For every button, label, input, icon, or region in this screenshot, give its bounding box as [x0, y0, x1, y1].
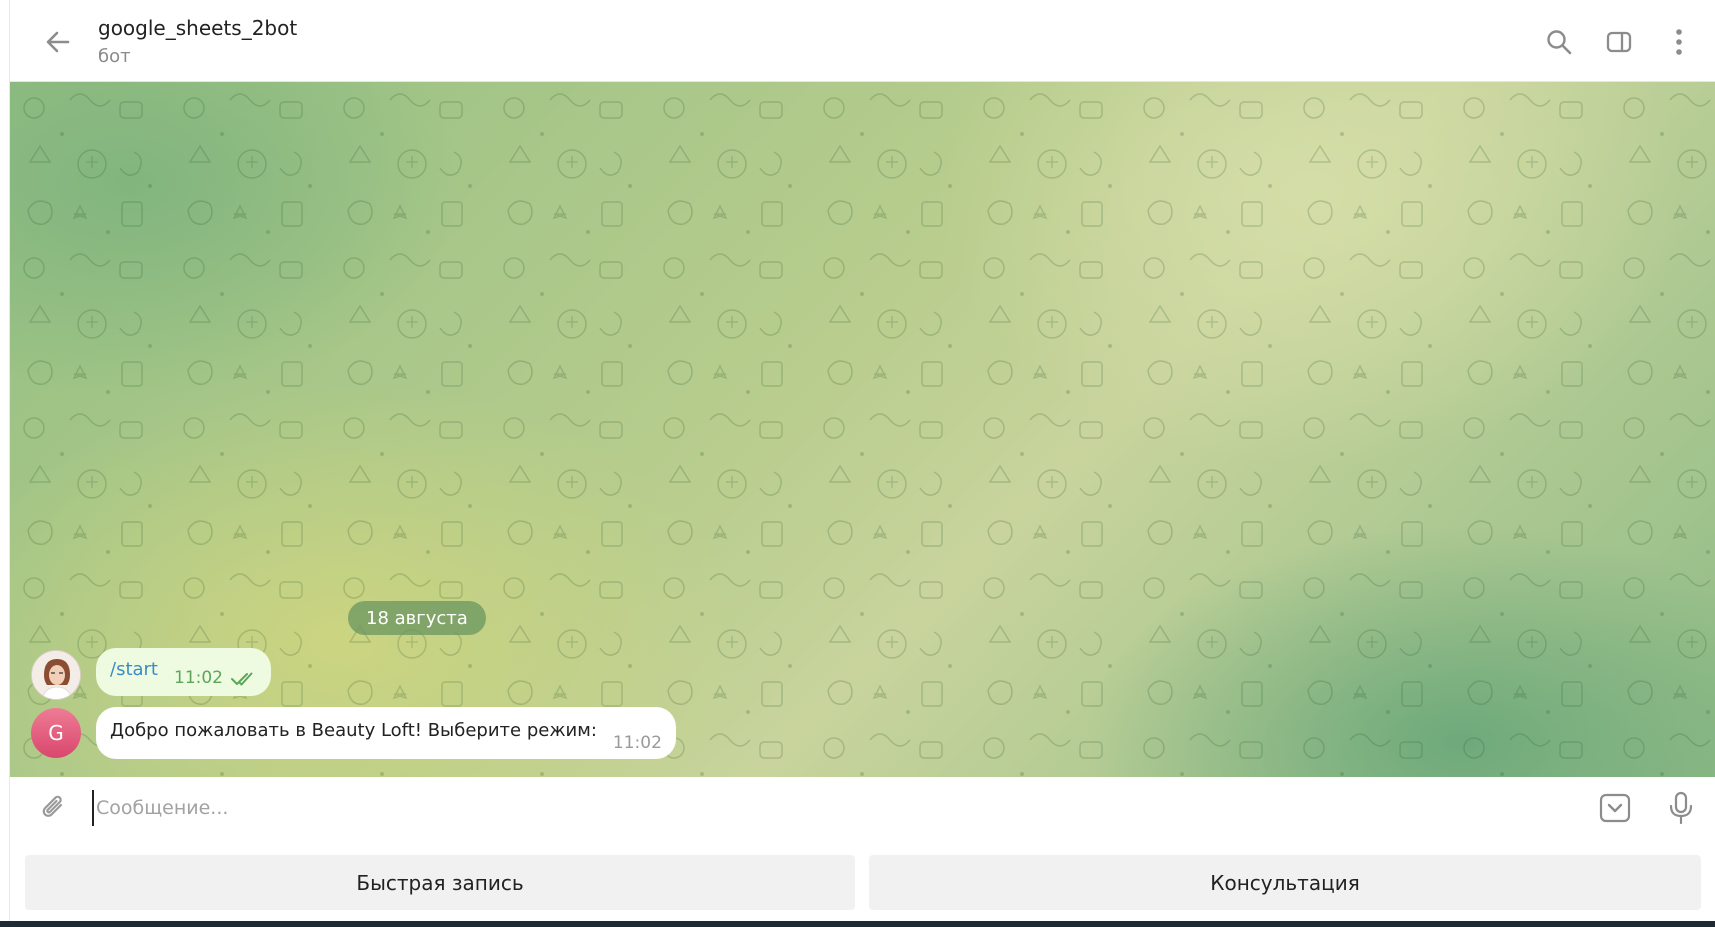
avatar[interactable] — [31, 650, 81, 700]
attach-button[interactable] — [30, 784, 78, 832]
chat-title-block[interactable]: google_sheets_2bot бот — [98, 16, 297, 67]
paperclip-icon — [42, 795, 63, 817]
message-time: 11:02 — [174, 668, 223, 688]
bot-avatar[interactable]: G — [31, 708, 81, 758]
arrow-left-icon — [46, 31, 70, 52]
taskbar-edge — [0, 921, 1715, 927]
composer-actions — [1591, 784, 1705, 832]
consultation-button[interactable]: Консультация — [869, 855, 1701, 910]
more-vertical-icon — [1676, 28, 1682, 55]
double-check-icon — [231, 672, 253, 686]
chat-header: google_sheets_2bot бот — [10, 2, 1715, 82]
command-link[interactable]: /start — [110, 659, 158, 680]
window-left-edge — [0, 0, 10, 921]
outgoing-message[interactable]: /start 11:02 — [96, 648, 271, 696]
date-separator[interactable]: 18 августа — [348, 601, 486, 635]
chat-history[interactable]: 18 августа /start 11:02 G Добро пожалова… — [10, 82, 1715, 777]
keyboard-toggle-icon — [1599, 793, 1631, 823]
header-actions — [1535, 18, 1703, 66]
incoming-message[interactable]: Добро пожаловать в Beauty Loft! Выберите… — [96, 707, 676, 759]
search-button[interactable] — [1535, 18, 1583, 66]
sidebar-toggle-icon — [1606, 31, 1632, 52]
quick-booking-button[interactable]: Быстрая запись — [25, 855, 855, 910]
message-composer — [10, 777, 1715, 839]
microphone-icon — [1669, 791, 1693, 825]
user-photo-icon — [32, 651, 80, 699]
more-button[interactable] — [1655, 18, 1703, 66]
avatar-letter: G — [48, 721, 64, 745]
message-time: 11:02 — [612, 733, 662, 753]
message-input[interactable] — [92, 790, 1492, 826]
bot-reply-keyboard: Быстрая запись Консультация — [10, 839, 1715, 921]
sidebar-toggle-button[interactable] — [1595, 18, 1643, 66]
keyboard-toggle-button[interactable] — [1591, 784, 1639, 832]
voice-button[interactable] — [1657, 784, 1705, 832]
chat-subtitle: бот — [98, 46, 131, 67]
back-button[interactable] — [28, 12, 88, 72]
telegram-window: google_sheets_2bot бот 18 августа /start… — [0, 0, 1715, 927]
search-icon — [1547, 29, 1572, 54]
chat-title: google_sheets_2bot — [98, 16, 298, 40]
message-text: Добро пожаловать в Beauty Loft! Выберите… — [110, 719, 597, 741]
